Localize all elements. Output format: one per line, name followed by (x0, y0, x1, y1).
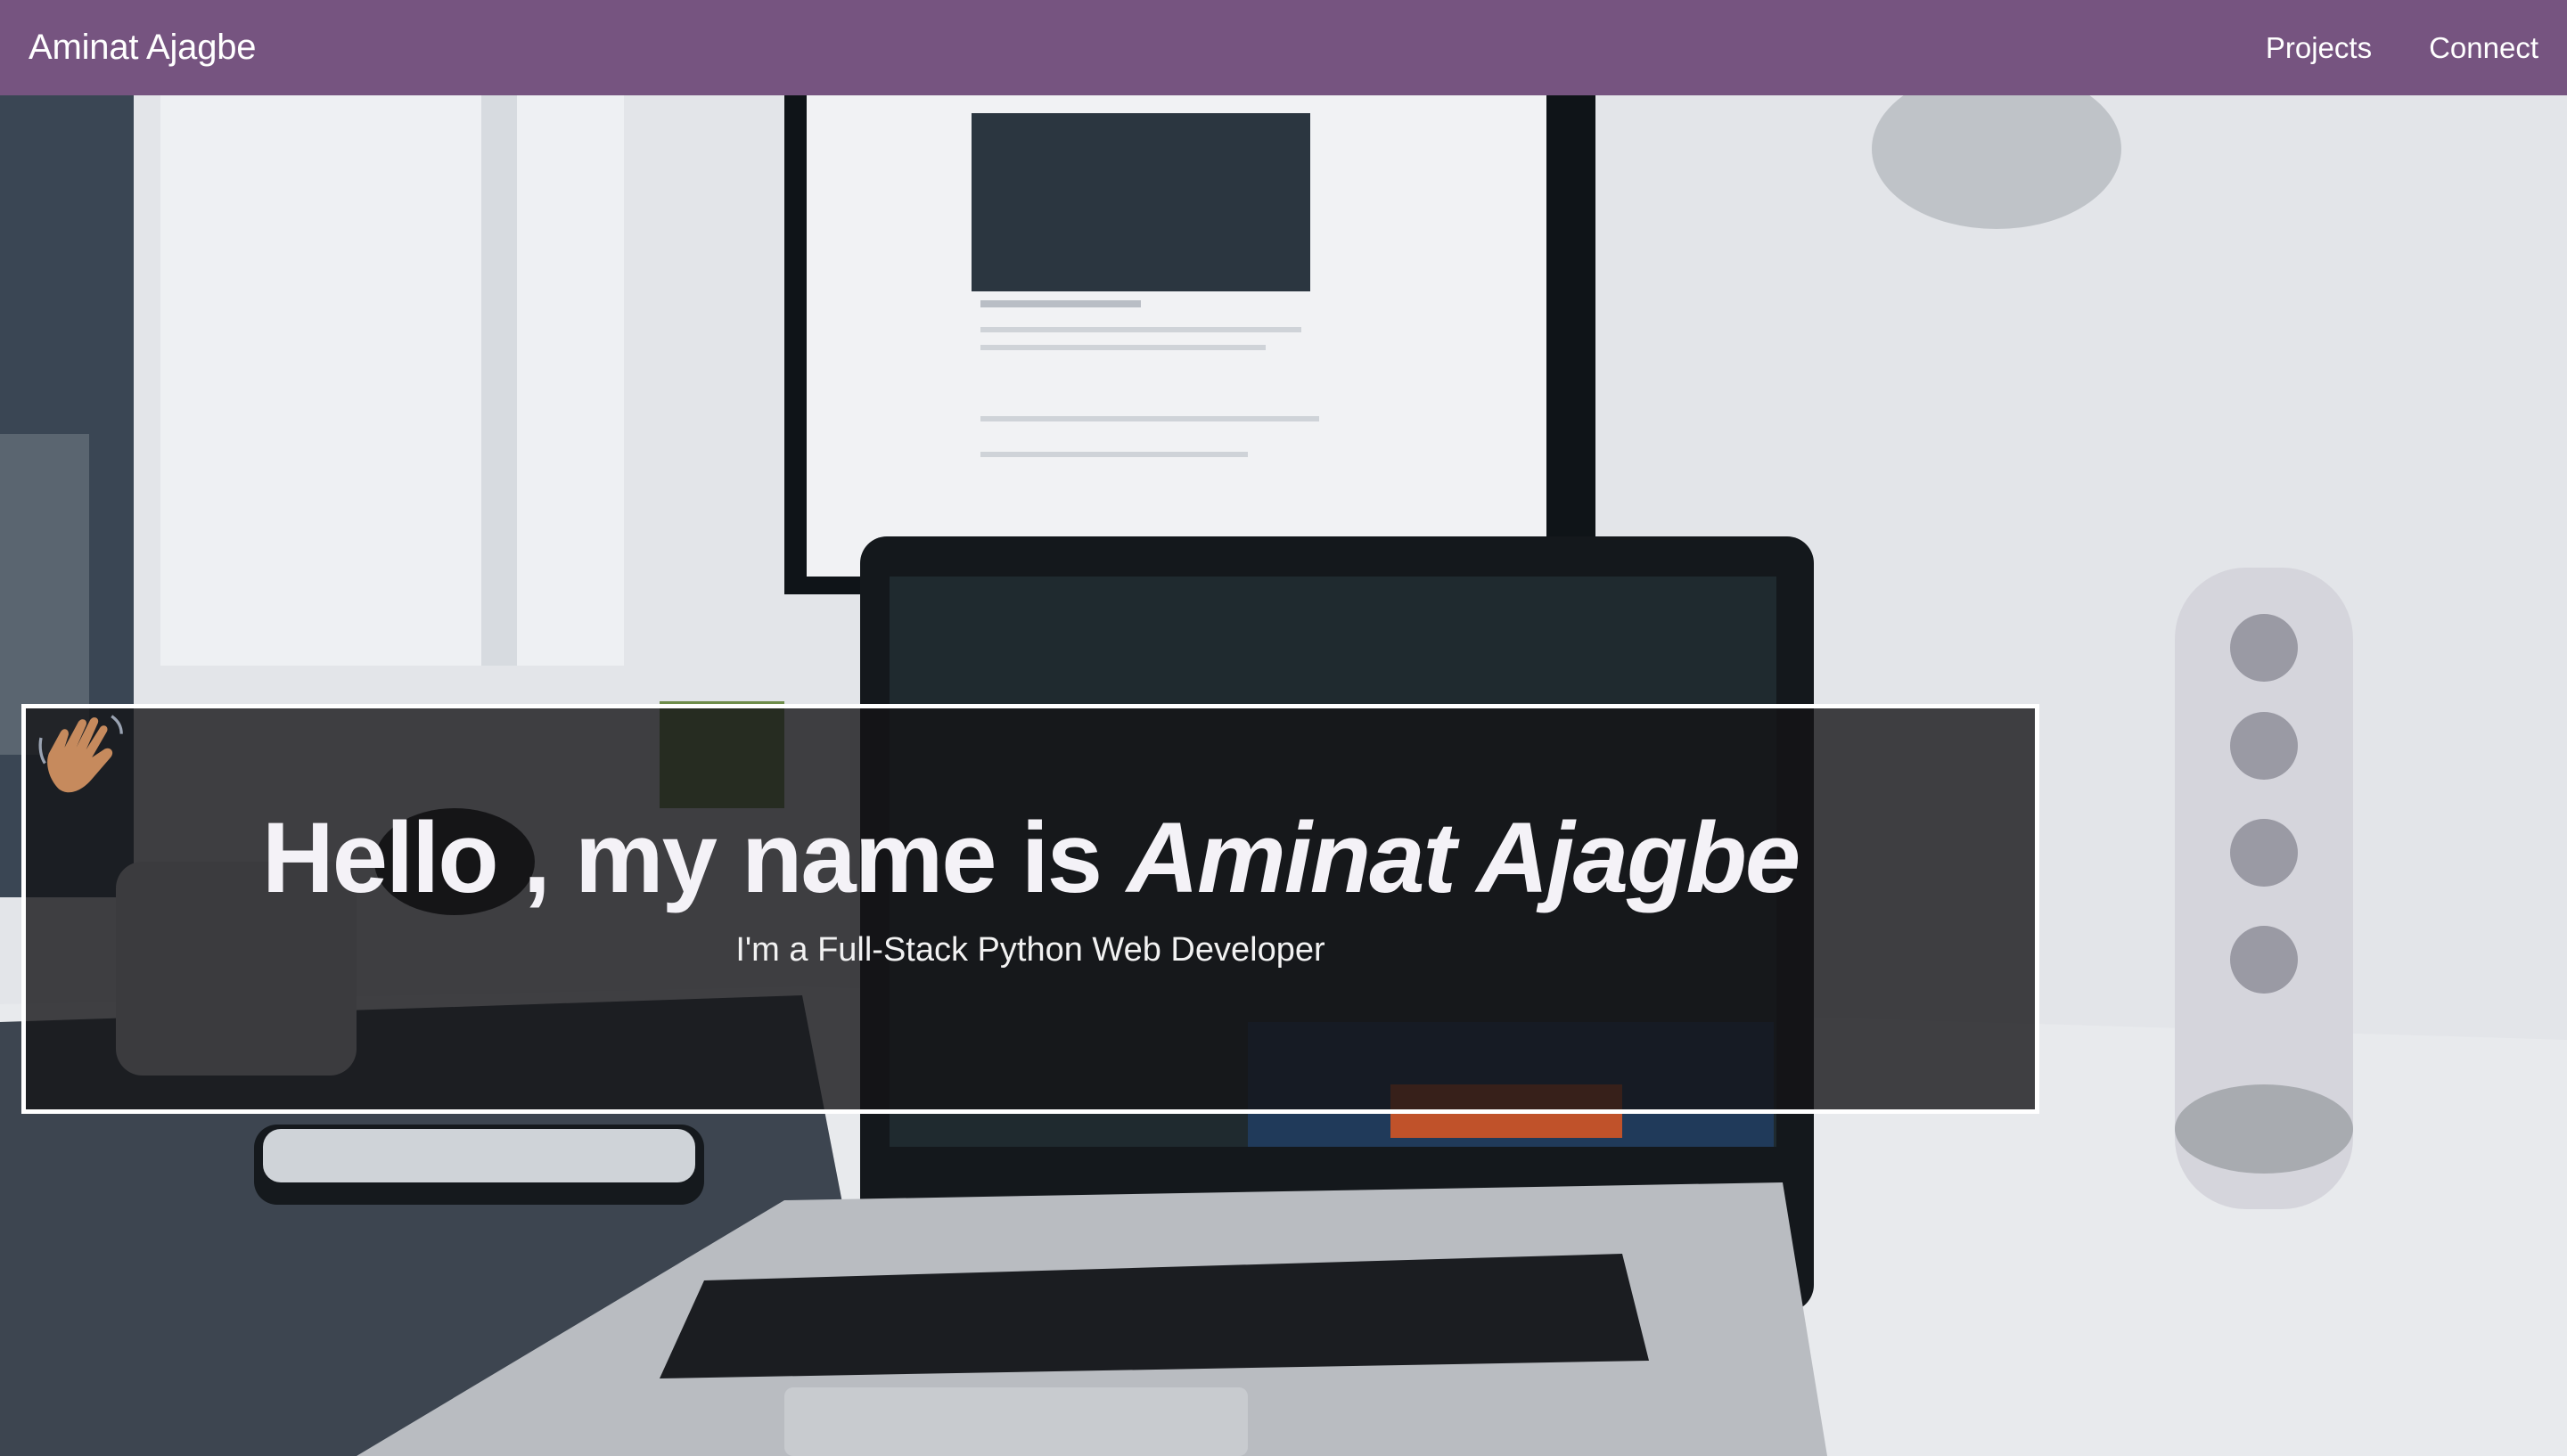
intro-headline: Hello , my name is Aminat Ajagbe (26, 715, 2035, 908)
intro-box: Hello , my name is Aminat Ajagbe I'm a F… (21, 704, 2039, 1114)
greeting-text: Hello (261, 802, 499, 913)
name-text: Aminat Ajagbe (1127, 802, 1800, 913)
brand-link[interactable]: Aminat Ajagbe (29, 28, 257, 68)
waving-hand-icon (38, 715, 123, 793)
intro-tagline: I'm a Full-Stack Python Web Developer (735, 931, 1325, 969)
top-navbar: Aminat Ajagbe Projects Connect (0, 0, 2567, 95)
hero-section: Hello , my name is Aminat Ajagbe I'm a F… (0, 95, 2567, 1456)
nav-link-connect[interactable]: Connect (2429, 31, 2538, 65)
nav-link-projects[interactable]: Projects (2266, 31, 2372, 65)
nav-links: Projects Connect (2266, 31, 2538, 65)
headline-middle-text: , my name is (522, 802, 1103, 913)
